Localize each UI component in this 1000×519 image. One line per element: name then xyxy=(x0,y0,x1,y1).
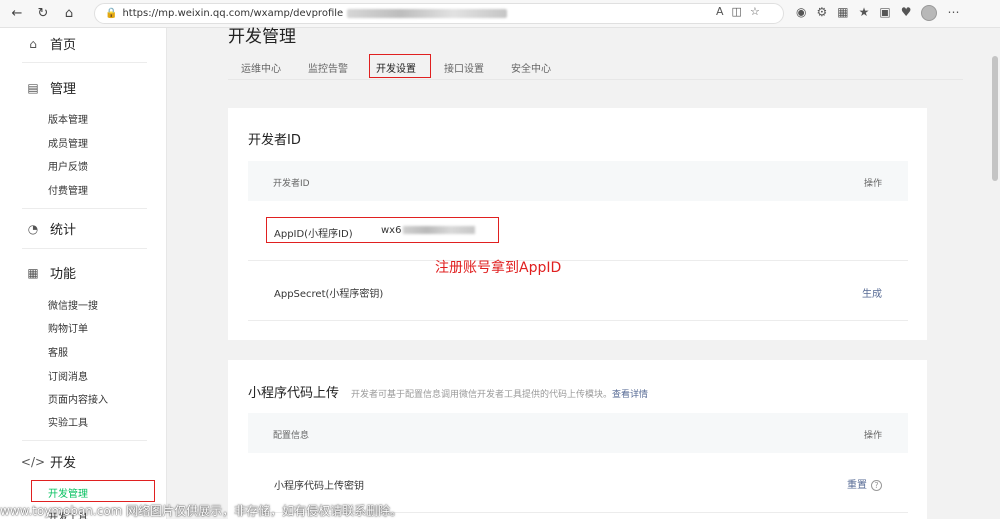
details-link[interactable]: 查看详情 xyxy=(612,390,648,400)
tab-bar: 运维中心 监控告警 开发设置 接口设置 安全中心 xyxy=(228,54,963,80)
home-icon[interactable]: ⌂ xyxy=(60,5,78,23)
back-icon[interactable]: ← xyxy=(8,5,26,23)
section-title: 开发者ID xyxy=(248,133,301,148)
code-upload-card: 小程序代码上传 开发者可基于配置信息调用微信开发者工具提供的代码上传模块。查看详情… xyxy=(228,360,927,519)
watermark: www.toymoban.com 网络图片仅供展示，非存储，如有侵权请联系删除。 xyxy=(0,504,403,518)
column-header: 操作 xyxy=(863,179,882,189)
more-icon[interactable]: ⋯ xyxy=(947,5,959,21)
sidebar-group-dev[interactable]: </> 开发 xyxy=(0,452,76,472)
scroll-thumb[interactable] xyxy=(992,56,998,181)
sidebar-group-features[interactable]: ▦ 功能 xyxy=(0,263,76,283)
help-icon[interactable]: ? xyxy=(871,479,882,491)
read-aloud-icon[interactable]: A xyxy=(716,5,724,18)
divider xyxy=(22,440,147,441)
sidebar-group-stats[interactable]: ◔ 统计 xyxy=(0,219,76,239)
pie-chart-icon: ◔ xyxy=(27,221,39,236)
immersive-reader-icon[interactable]: ◫ xyxy=(732,5,742,18)
sidebar-item-orders[interactable]: 购物订单 xyxy=(48,320,88,335)
column-header: 配置信息 xyxy=(273,431,310,441)
avatar[interactable] xyxy=(921,5,938,21)
table-header: 开发者ID 操作 xyxy=(248,161,908,201)
sidebar-item-lab[interactable]: 实验工具 xyxy=(48,414,88,429)
sidebar-item-service[interactable]: 客服 xyxy=(48,344,68,359)
favorite-icon[interactable]: ☆ xyxy=(750,5,760,18)
refresh-icon[interactable]: ↻ xyxy=(34,5,52,23)
grid-icon: ▦ xyxy=(27,265,39,280)
section-description: 开发者可基于配置信息调用微信开发者工具提供的代码上传模块。查看详情 xyxy=(351,390,649,400)
highlight-box xyxy=(369,54,431,78)
sidebar-group-home[interactable]: ⌂ 首页 xyxy=(0,34,76,54)
collections-icon[interactable]: ▣ xyxy=(879,5,890,21)
divider xyxy=(22,248,147,249)
lock-icon: 🔒 xyxy=(105,8,118,19)
divider xyxy=(22,62,147,63)
highlight-box xyxy=(31,480,155,502)
page-title: 开发管理 xyxy=(228,27,296,47)
section-title: 小程序代码上传 开发者可基于配置信息调用微信开发者工具提供的代码上传模块。查看详情 xyxy=(248,386,649,401)
highlight-box xyxy=(266,217,499,243)
browser-toolbar: ← ↻ ⌂ 🔒 https://mp.weixin.qq.com/wxamp/d… xyxy=(0,0,1000,28)
url-text: https://mp.weixin.qq.com/wxamp/devprofil… xyxy=(122,8,344,19)
tab-monitor[interactable]: 监控告警 xyxy=(308,60,348,75)
annotation-text: 注册账号拿到AppID xyxy=(435,260,562,276)
divider xyxy=(22,208,147,209)
address-bar[interactable]: 🔒 https://mp.weixin.qq.com/wxamp/devprof… xyxy=(94,3,784,24)
generate-link[interactable]: 生成 xyxy=(862,285,882,300)
sidebar-item-feedback[interactable]: 用户反馈 xyxy=(48,158,88,173)
appsecret-label: AppSecret(小程序密钥) xyxy=(274,289,384,300)
code-icon: </> xyxy=(20,454,46,469)
sidebar-item-subscribe[interactable]: 订阅消息 xyxy=(48,368,88,383)
url-redacted xyxy=(347,9,508,18)
sidebar-item-members[interactable]: 成员管理 xyxy=(48,135,88,150)
tab-security[interactable]: 安全中心 xyxy=(511,60,551,75)
column-header: 操作 xyxy=(863,431,882,441)
puzzle-icon[interactable]: ⚙ xyxy=(816,5,827,21)
tab-api-settings[interactable]: 接口设置 xyxy=(444,60,484,75)
reset-link[interactable]: 重置? xyxy=(847,476,882,491)
home-icon: ⌂ xyxy=(29,36,37,51)
favorites-bar-icon[interactable]: ★ xyxy=(859,5,870,21)
performance-icon[interactable]: ♥ xyxy=(901,5,912,21)
scrollbar[interactable] xyxy=(990,28,1000,519)
sidebar-item-payment[interactable]: 付费管理 xyxy=(48,182,88,197)
table-row: AppSecret(小程序密钥) 生成 xyxy=(248,261,908,321)
sidebar: ⌂ 首页 ▤ 管理 版本管理 成员管理 用户反馈 付费管理 ◔ 统计 ▦ 功能 … xyxy=(0,28,167,519)
inbox-icon: ▤ xyxy=(27,80,39,95)
sidebar-item-search[interactable]: 微信搜一搜 xyxy=(48,297,98,312)
split-screen-icon[interactable]: ▦ xyxy=(837,5,848,21)
upload-key-label: 小程序代码上传密钥 xyxy=(274,481,364,492)
sidebar-item-version[interactable]: 版本管理 xyxy=(48,111,88,126)
column-header: 开发者ID xyxy=(273,179,310,189)
table-header: 配置信息 操作 xyxy=(248,413,908,453)
tab-ops[interactable]: 运维中心 xyxy=(241,60,281,75)
extension-icon[interactable]: ◉ xyxy=(796,5,806,21)
sidebar-item-content[interactable]: 页面内容接入 xyxy=(48,391,108,406)
sidebar-group-manage[interactable]: ▤ 管理 xyxy=(0,78,76,98)
